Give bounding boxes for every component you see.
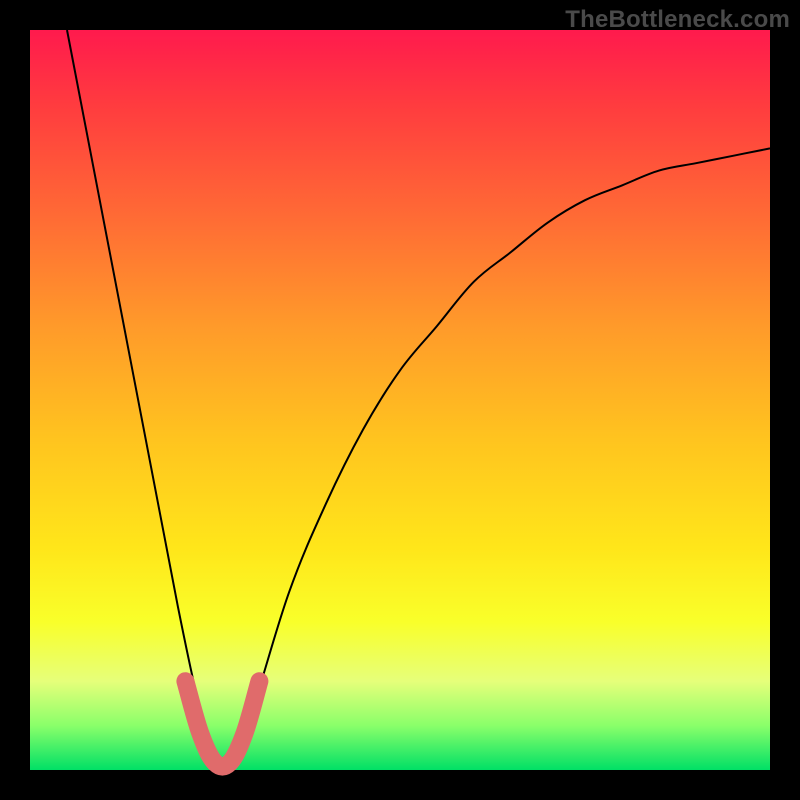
watermark-text: TheBottleneck.com [565,6,790,34]
bottleneck-curve-path [67,30,770,770]
optimal-region-highlight [185,681,259,766]
chart-plot-area [30,30,770,770]
chart-svg [30,30,770,770]
